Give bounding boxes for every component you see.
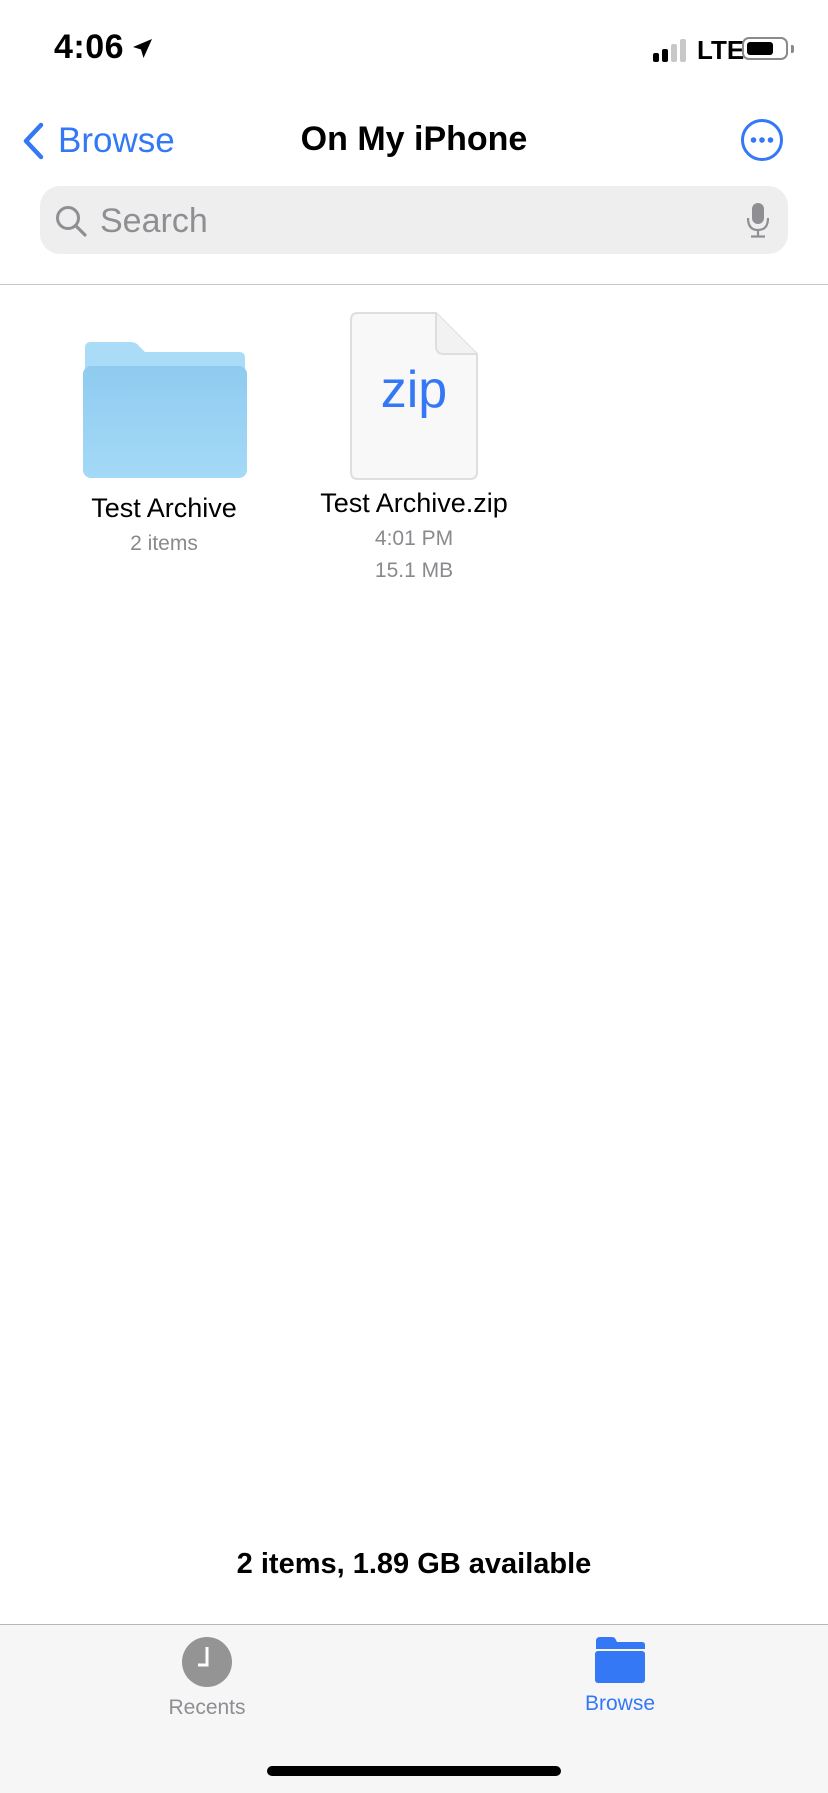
location-arrow-icon [133,39,152,58]
home-indicator[interactable] [267,1766,561,1776]
clock-icon [182,1637,232,1687]
ellipsis-circle-icon[interactable] [740,118,784,162]
storage-summary: 2 items, 1.89 GB available [236,1548,592,1580]
tab-label: Browse [584,1692,656,1715]
battery-cap [791,45,794,53]
microphone-icon[interactable] [746,202,770,238]
item-name: Test Archive [91,493,237,523]
item-date: 4:01 PM [374,527,454,550]
zip-file-icon: zip [350,312,478,480]
battery-icon [742,37,788,60]
item-count: 2 items [130,532,198,555]
page-title: On My iPhone [300,120,528,158]
divider [0,284,828,285]
search-bar[interactable] [40,186,788,256]
item-size: 15.1 MB [374,559,454,582]
tab-label: Recents [168,1696,246,1719]
folder-icon [595,1637,645,1683]
tab-recents[interactable]: Recents [137,1637,277,1720]
item-name: Test Archive.zip [320,488,508,518]
tab-browse[interactable]: Browse [550,1637,690,1716]
zip-badge: zip [380,361,448,419]
grid-item-folder[interactable]: Test Archive 2 items [64,340,264,556]
signal-icon [653,38,689,62]
search-input[interactable] [98,186,702,256]
search-icon [56,206,87,237]
folder-icon [83,342,247,478]
grid-item-zip[interactable]: zip Test Archive.zip 4:01 PM 15.1 MB [300,312,528,583]
status-time: 4:06 [54,28,125,66]
network-type: LTE [697,35,745,65]
